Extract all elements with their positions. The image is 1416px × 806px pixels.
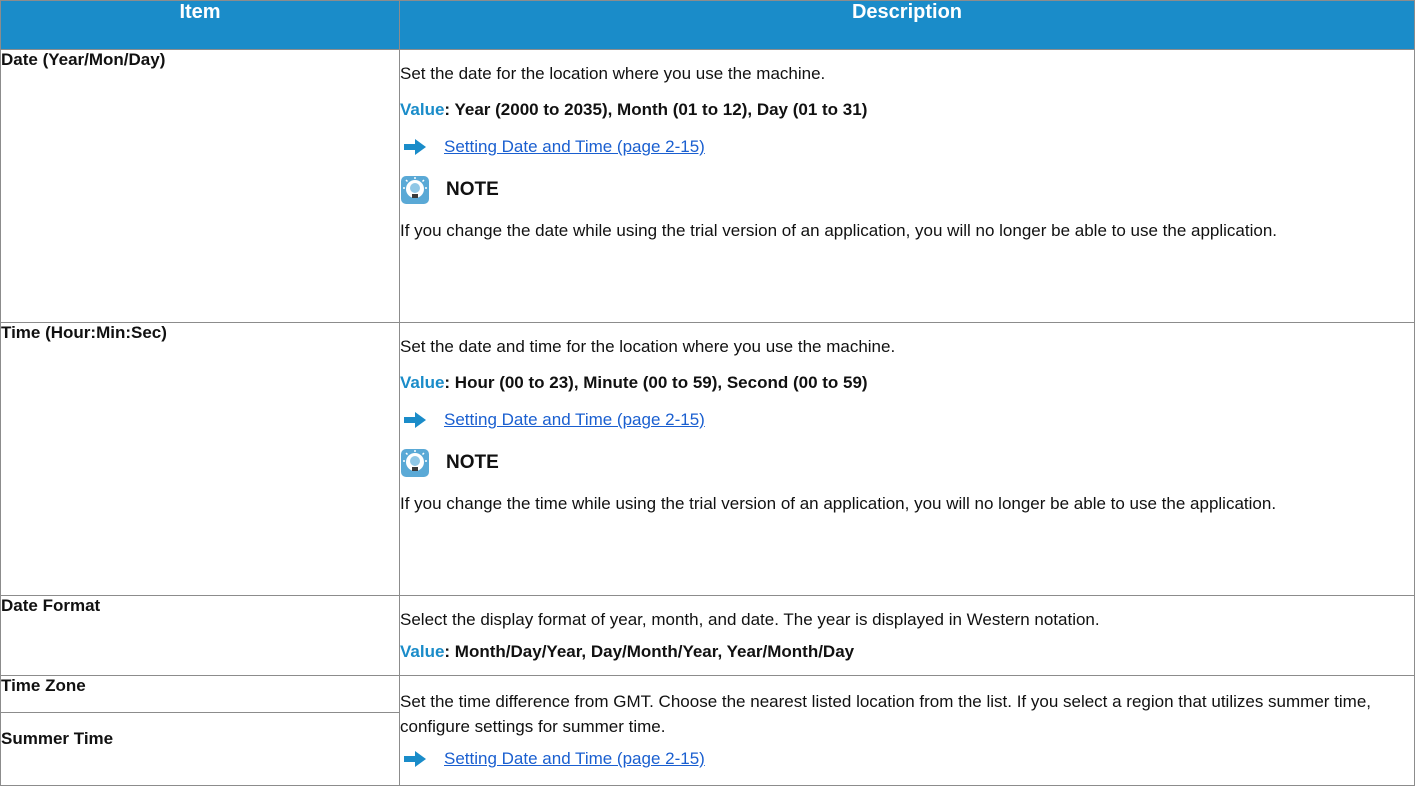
table-row: Date (Year/Mon/Day) Set the date for the… [0, 49, 1415, 323]
table-header-row: Item Description [0, 0, 1415, 50]
note-text: If you change the time while using the t… [400, 494, 1277, 513]
value-line: Value: Hour (00 to 23), Minute (00 to 59… [400, 372, 1414, 394]
description-cell: Set the date for the location where you … [399, 49, 1415, 323]
note-heading: NOTE [400, 446, 1414, 480]
description-text: Set the time difference from GMT. Choose… [400, 692, 1372, 736]
item-cell: Date Format [0, 595, 400, 676]
table-row: Time Zone Set the time difference from G… [0, 675, 1415, 786]
table-row: Date Format Select the display format of… [0, 595, 1415, 676]
setting-date-time-link[interactable]: Setting Date and Time (page 2-15) [444, 749, 705, 769]
cross-reference: Setting Date and Time (page 2-15) [400, 747, 1414, 771]
column-header-description: Description [399, 0, 1415, 50]
value-text: : Year (2000 to 2035), Month (01 to 12),… [444, 100, 868, 119]
cross-reference: Setting Date and Time (page 2-15) [400, 408, 1414, 432]
item-cell: Summer Time [0, 712, 400, 786]
right-arrow-icon [404, 139, 426, 155]
column-header-item: Item [0, 0, 400, 50]
right-arrow-icon [404, 751, 426, 767]
note-lightbulb-icon [401, 449, 429, 477]
item-cell: Date (Year/Mon/Day) [0, 49, 400, 323]
table-row: Time (Hour:Min:Sec) Set the date and tim… [0, 322, 1415, 596]
right-arrow-icon [404, 412, 426, 428]
item-cell: Time Zone [0, 675, 400, 713]
setting-date-time-link[interactable]: Setting Date and Time (page 2-15) [444, 137, 705, 157]
note-text: If you change the date while using the t… [400, 221, 1278, 240]
description-text: Set the date for the location where you … [400, 64, 826, 83]
value-line: Value: Month/Day/Year, Day/Month/Year, Y… [400, 641, 1414, 663]
settings-table: Item Description Date (Year/Mon/Day) Set… [0, 0, 1415, 786]
note-title: NOTE [446, 179, 499, 200]
value-text: : Hour (00 to 23), Minute (00 to 59), Se… [444, 373, 868, 392]
value-text: : Month/Day/Year, Day/Month/Year, Year/M… [444, 642, 855, 661]
note-heading: NOTE [400, 173, 1414, 207]
cross-reference: Setting Date and Time (page 2-15) [400, 135, 1414, 159]
value-label: Value [400, 373, 445, 392]
value-line: Value: Year (2000 to 2035), Month (01 to… [400, 99, 1414, 121]
value-label: Value [400, 642, 445, 661]
description-text: Set the date and time for the location w… [400, 337, 896, 356]
item-cell: Time (Hour:Min:Sec) [0, 322, 400, 596]
value-label: Value [400, 100, 445, 119]
setting-date-time-link[interactable]: Setting Date and Time (page 2-15) [444, 410, 705, 430]
description-cell: Set the time difference from GMT. Choose… [399, 675, 1415, 786]
description-cell: Select the display format of year, month… [399, 595, 1415, 676]
note-lightbulb-icon [401, 176, 429, 204]
note-title: NOTE [446, 452, 499, 473]
description-text: Select the display format of year, month… [400, 610, 1100, 629]
description-cell: Set the date and time for the location w… [399, 322, 1415, 596]
